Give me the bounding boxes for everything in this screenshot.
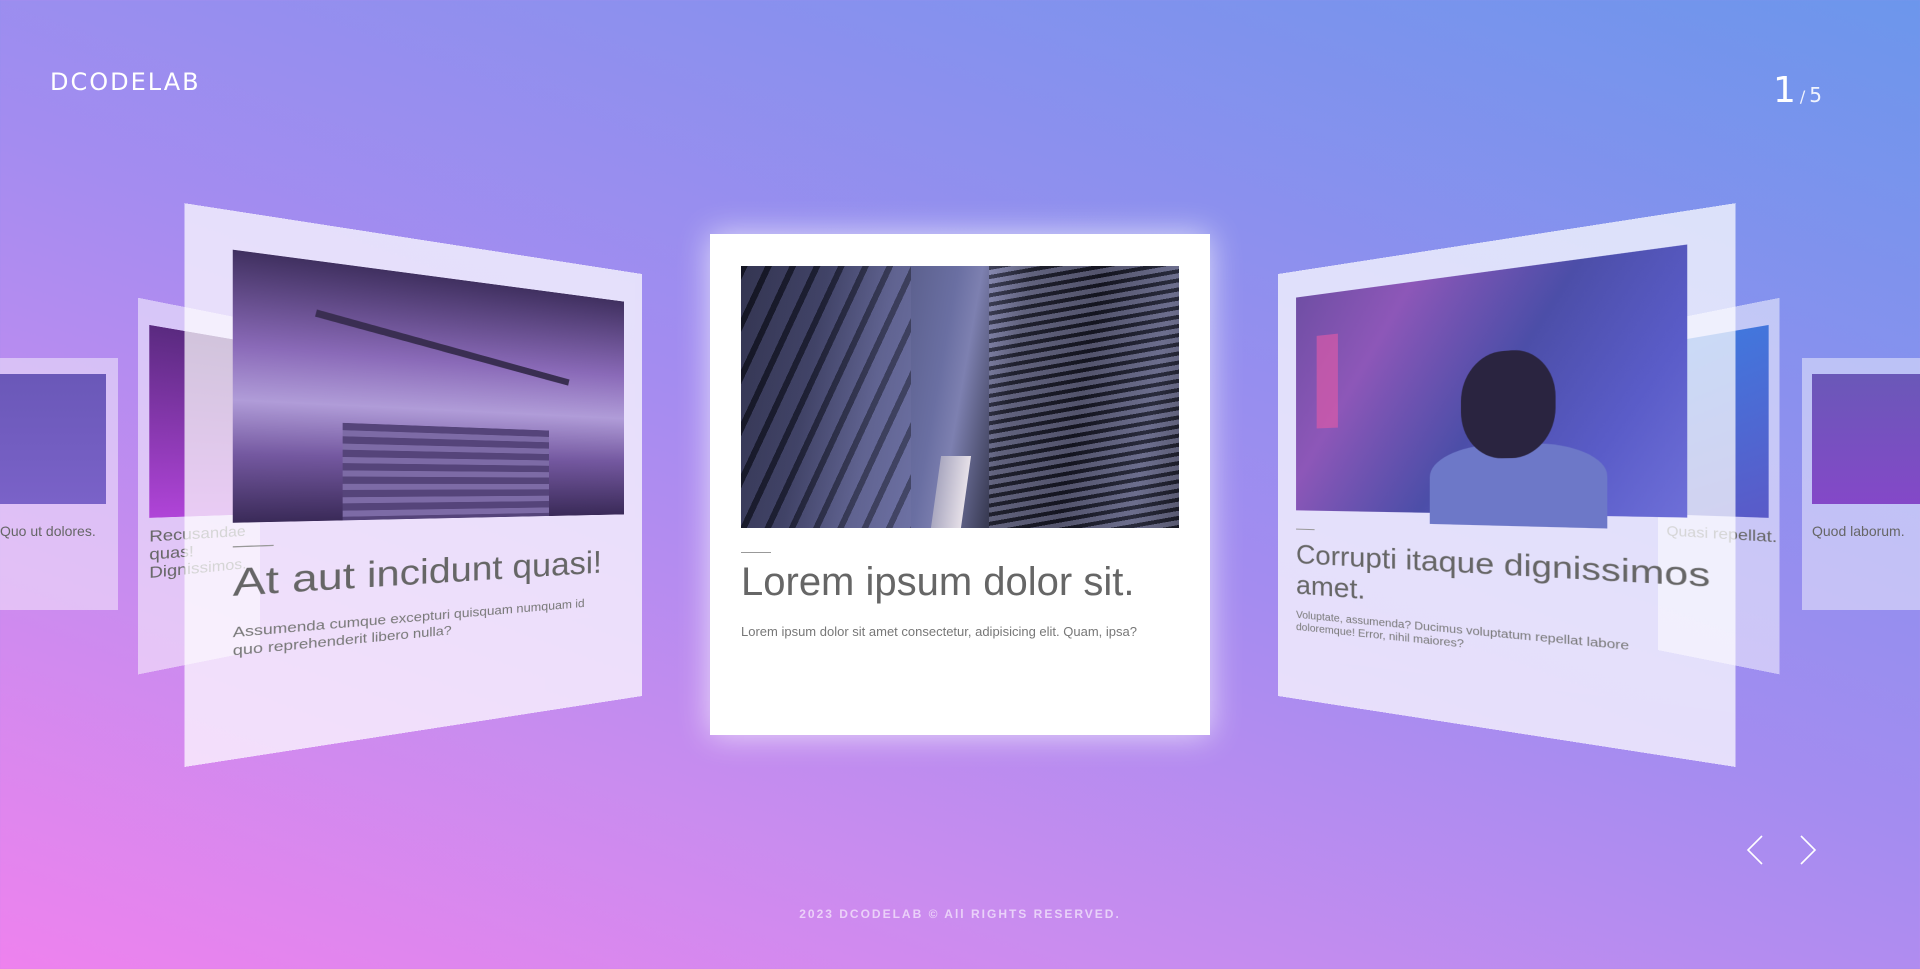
footer-copyright: 2023 DCODELAB © All RIGHTS RESERVED. (799, 907, 1121, 921)
slide-card-far-left[interactable]: Quo ut dolores. (0, 358, 118, 610)
slide-title: At aut incidunt quasi! (232, 545, 602, 605)
slide-card-left-1[interactable]: At aut incidunt quasi! Assumenda cumque … (184, 203, 642, 767)
slide-text: Assumenda cumque excepturi quisquam numq… (232, 597, 585, 660)
title-rule (232, 544, 274, 548)
slide-image (1812, 374, 1920, 504)
slide-title: Lorem ipsum dolor sit. (741, 560, 1135, 604)
slide-image-portrait (1296, 244, 1688, 529)
slide-title: Quo ut dolores. (0, 523, 96, 539)
slide-title: Quod laborum. (1812, 523, 1905, 539)
chevron-right-icon (1800, 835, 1817, 865)
title-rule (741, 552, 771, 553)
slide-text: Lorem ipsum dolor sit amet consectetur, … (741, 624, 1137, 639)
slide-card-right-1[interactable]: Corrupti itaque dignissimos amet. Volupt… (1278, 203, 1736, 767)
slide-image (0, 374, 106, 504)
slide-card-active[interactable]: Lorem ipsum dolor sit. Lorem ipsum dolor… (710, 234, 1210, 735)
slide-image-buildings (741, 266, 1179, 528)
title-rule (1296, 528, 1315, 531)
prev-button[interactable] (1742, 832, 1772, 868)
carousel: Quo ut dolores. Quod laborum. Recusandae… (0, 0, 1920, 969)
chevron-left-icon (1746, 835, 1763, 865)
slide-card-far-right[interactable]: Quod laborum. (1802, 358, 1920, 610)
slide-image-staircase (232, 249, 624, 523)
next-button[interactable] (1791, 832, 1821, 868)
